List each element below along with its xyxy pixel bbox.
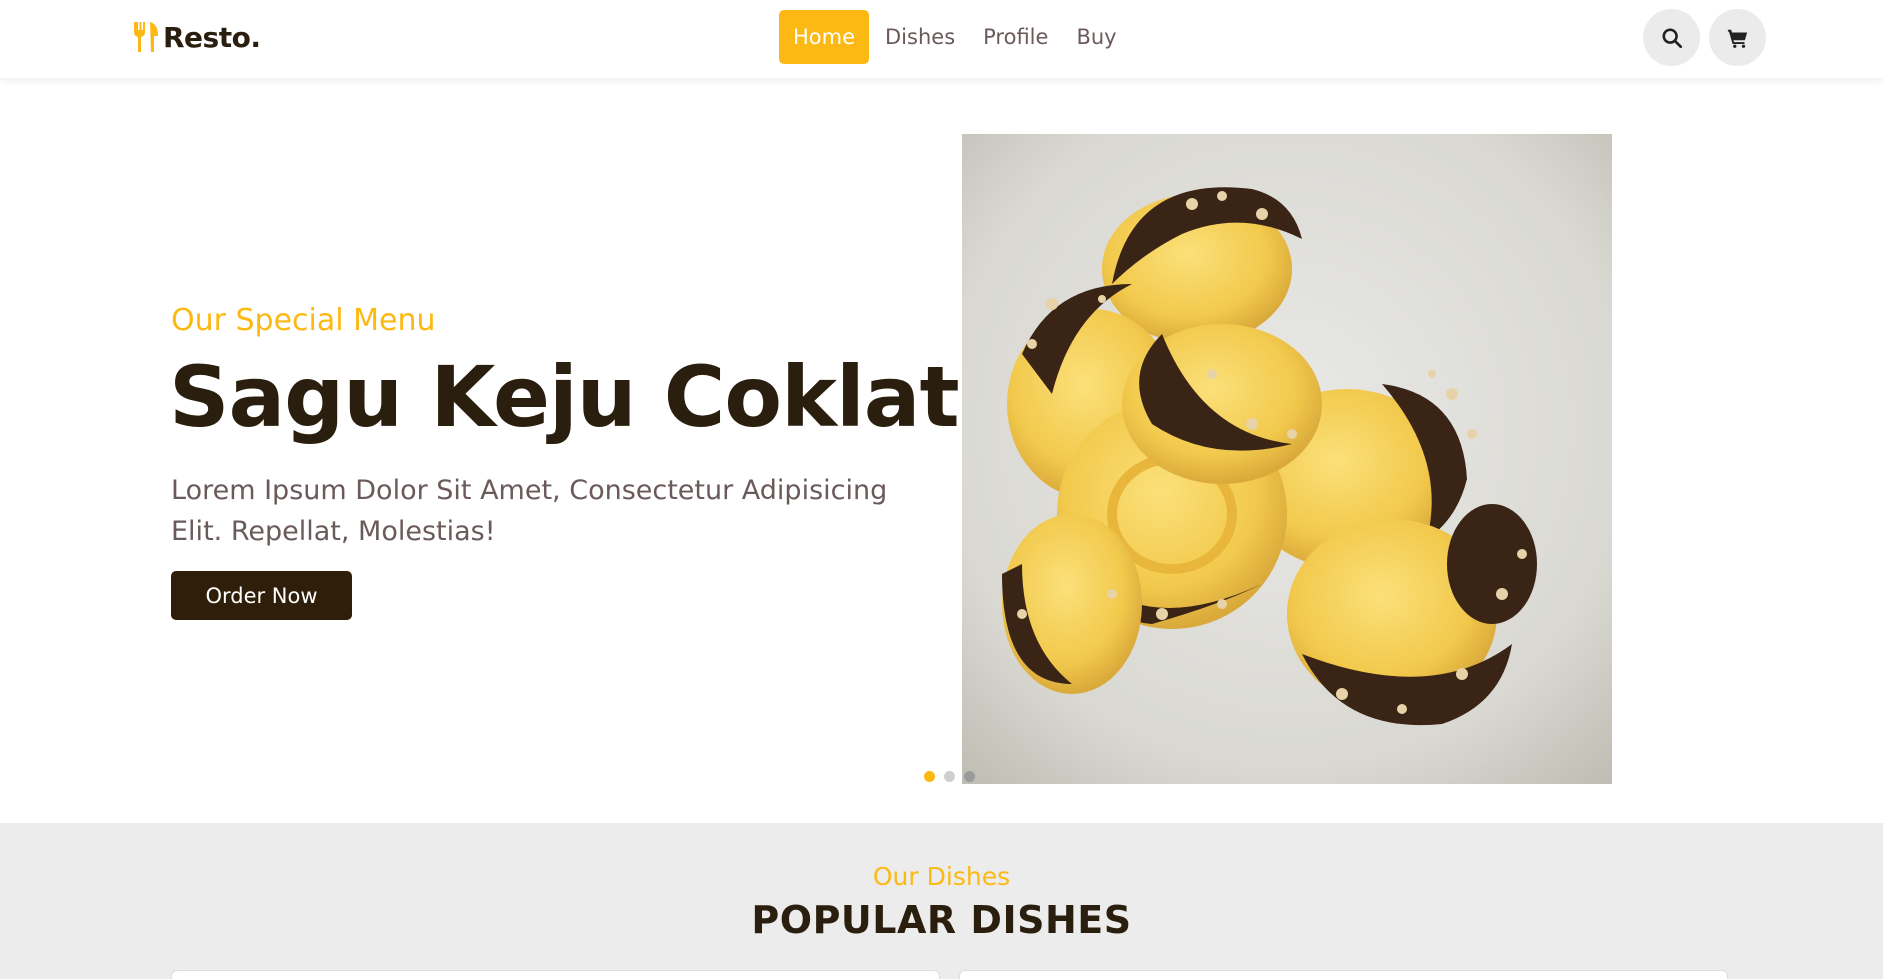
slider-dot-3[interactable] <box>964 771 975 782</box>
dish-card[interactable] <box>959 970 1728 979</box>
slider-dot-1[interactable] <box>924 771 935 782</box>
main-nav: Home Dishes Profile Buy <box>779 10 1131 64</box>
nav-home[interactable]: Home <box>779 10 870 64</box>
nav-profile[interactable]: Profile <box>969 10 1062 64</box>
hero-dish-image <box>962 134 1612 784</box>
search-icon <box>1661 27 1682 48</box>
slider-dot-2[interactable] <box>944 771 955 782</box>
nav-buy[interactable]: Buy <box>1062 10 1130 64</box>
utensils-icon <box>134 22 158 52</box>
hero-subtitle: Our Special Menu <box>171 303 436 338</box>
dishes-title: POPULAR DISHES <box>751 898 1132 942</box>
dish-card[interactable] <box>171 970 940 979</box>
logo[interactable]: Resto. <box>131 18 261 56</box>
cart-button[interactable] <box>1709 9 1766 66</box>
order-now-button[interactable]: Order Now <box>171 571 352 620</box>
slider-pagination <box>924 771 975 782</box>
search-button[interactable] <box>1643 9 1700 66</box>
nav-dishes[interactable]: Dishes <box>871 10 969 64</box>
popular-dishes-section: Our Dishes POPULAR DISHES <box>0 823 1883 979</box>
dishes-subtitle: Our Dishes <box>872 862 1011 891</box>
logo-text: Resto. <box>163 20 261 54</box>
hero-title: Sagu Keju Coklat <box>169 348 960 446</box>
hero-description: Lorem Ipsum Dolor Sit Amet, Consectetur … <box>171 475 888 547</box>
cart-icon <box>1727 29 1747 48</box>
site-header: Resto. Home Dishes Profile Buy <box>0 0 1883 78</box>
